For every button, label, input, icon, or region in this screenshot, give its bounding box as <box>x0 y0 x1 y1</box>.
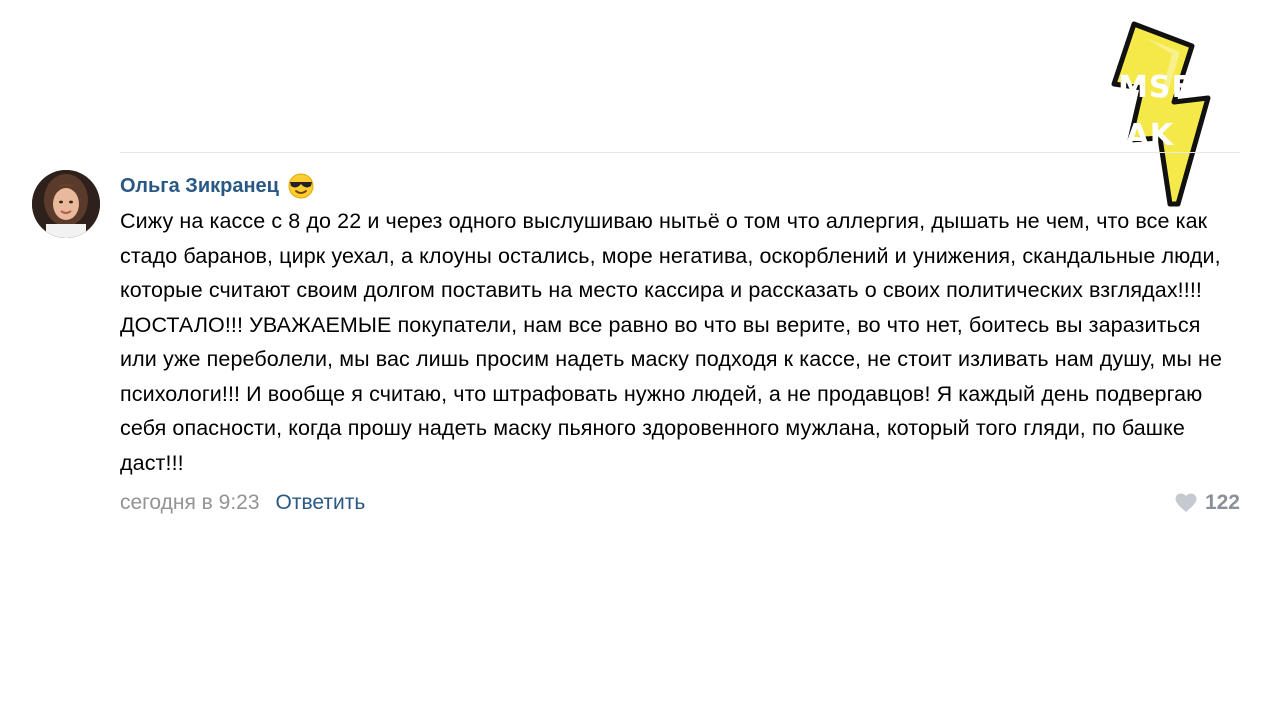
like-button[interactable]: 122 <box>1175 486 1240 520</box>
reply-button[interactable]: Ответить <box>276 491 366 515</box>
comment-text: Сижу на кассе с 8 до 22 и через одного в… <box>120 209 1222 475</box>
watermark-text-line2: EAK <box>1104 118 1174 153</box>
comment-footer: сегодня в 9:23 Ответить 122 <box>120 486 1240 520</box>
timestamp[interactable]: сегодня в 9:23 <box>120 491 260 515</box>
avatar[interactable] <box>32 170 100 238</box>
watermark-text-line1: MSE <box>1118 70 1193 105</box>
sunglasses-emoji-icon <box>287 172 315 200</box>
comment-body: Ольга Зикранец Сижу на кассе с 8 до 22 и… <box>120 170 1240 520</box>
heart-icon <box>1175 493 1197 513</box>
divider <box>120 152 1240 153</box>
likes-count: 122 <box>1204 491 1240 514</box>
avatar-photo <box>32 170 100 238</box>
author-row: Ольга Зикранец <box>120 170 1240 202</box>
author-name[interactable]: Ольга Зикранец <box>120 175 279 198</box>
page: MSE EAK Ольга Зикранец Сижу на кассе с 8… <box>0 0 1280 720</box>
